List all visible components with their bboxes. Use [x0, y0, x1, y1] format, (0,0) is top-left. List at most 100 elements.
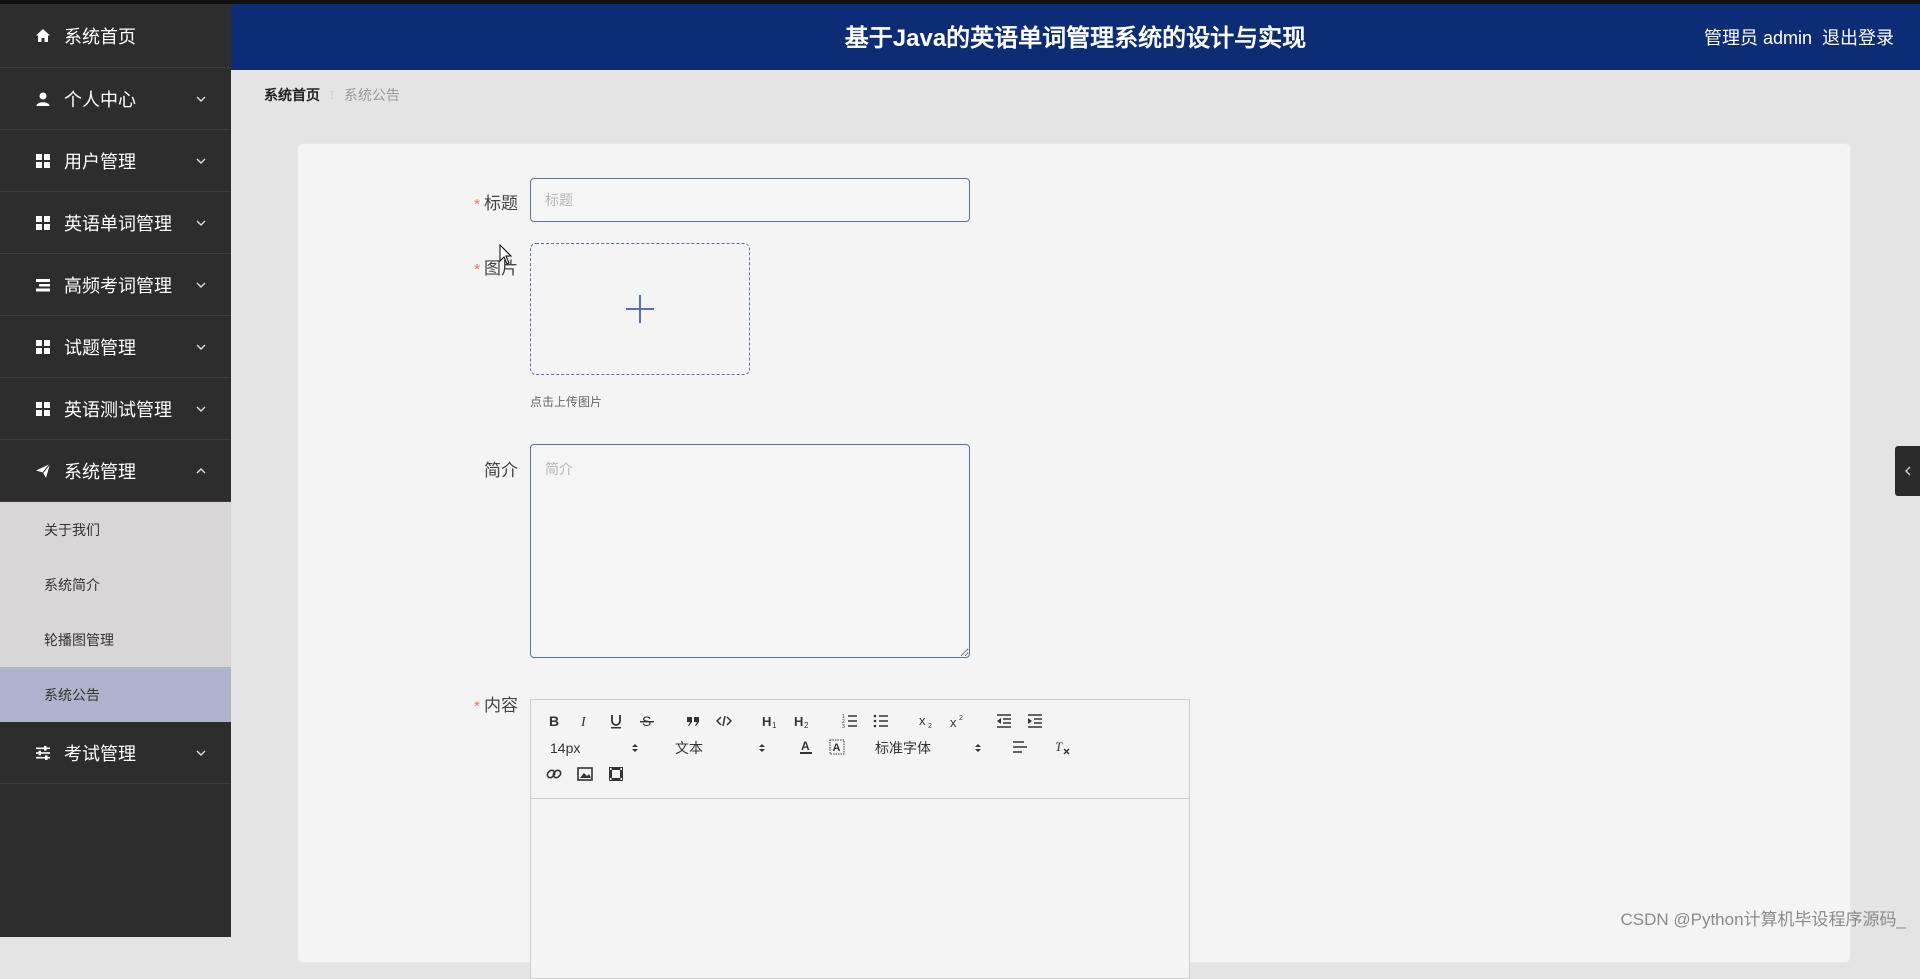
background-color-icon[interactable]: A: [828, 738, 846, 756]
chevron-down-icon: [196, 96, 206, 102]
submenu-item-about-us[interactable]: 关于我们: [0, 502, 231, 557]
sidebar-item-home[interactable]: 系统首页: [0, 4, 231, 68]
clear-format-icon[interactable]: T: [1053, 738, 1071, 756]
sidebar-item-label: 试题管理: [64, 337, 136, 358]
svg-text:x: x: [950, 715, 957, 729]
code-block-icon[interactable]: [715, 712, 733, 730]
underline-icon[interactable]: [607, 712, 625, 730]
sidebar-item-system-management[interactable]: 系统管理: [0, 440, 231, 502]
mouse-cursor-icon: [499, 244, 513, 265]
submenu-item-label: 轮播图管理: [44, 631, 114, 648]
required-mark: *: [474, 698, 480, 715]
grid-icon: [34, 152, 52, 170]
font-family-select[interactable]: 标准字体: [875, 738, 983, 758]
align-icon[interactable]: [1011, 738, 1029, 756]
content-label: * 内容: [428, 691, 518, 716]
paragraph-select[interactable]: 文本: [675, 738, 767, 758]
submenu-item-announcement[interactable]: 系统公告: [0, 667, 231, 722]
sidebar-item-exam-management[interactable]: 考试管理: [0, 722, 231, 784]
grid-icon: [34, 400, 52, 418]
grid-icon: [34, 338, 52, 356]
blockquote-icon[interactable]: [684, 712, 702, 730]
current-user: 管理员 admin: [1703, 28, 1812, 48]
breadcrumb-current: 系统公告: [343, 87, 400, 103]
image-icon[interactable]: [576, 765, 594, 783]
title-label: * 标题: [428, 189, 518, 214]
chevron-left-icon: [1904, 466, 1910, 476]
outdent-icon[interactable]: [995, 712, 1013, 730]
app-title: 基于Java的英语单词管理系统的设计与实现: [844, 25, 1307, 52]
video-icon[interactable]: [607, 765, 625, 783]
required-mark: *: [474, 261, 480, 278]
header-2-icon[interactable]: H2: [793, 712, 811, 730]
sidebar-item-label: 系统首页: [64, 26, 136, 47]
breadcrumb-home[interactable]: 系统首页: [264, 85, 320, 105]
bold-icon[interactable]: B: [545, 712, 563, 730]
list-icon: [34, 276, 52, 294]
sidebar-item-word-management[interactable]: 英语单词管理: [0, 192, 231, 254]
sliders-icon: [34, 744, 52, 762]
svg-text:3: 3: [842, 724, 845, 729]
top-header: 基于Java的英语单词管理系统的设计与实现 管理员 admin 退出登录: [231, 4, 1920, 70]
italic-icon[interactable]: I: [576, 712, 594, 730]
rich-text-editor: B I S H1 H2 123 x2 x2 14px 文本 A A: [530, 699, 1190, 979]
chevron-down-icon: [196, 282, 206, 288]
sidebar-item-label: 高频考词管理: [64, 275, 172, 296]
content-label-text: 内容: [484, 696, 518, 715]
send-icon: [34, 462, 52, 480]
breadcrumb: 系统首页 ⁝ 系统公告: [264, 84, 400, 106]
sidebar-item-label: 英语单词管理: [64, 213, 172, 234]
paragraph-value: 文本: [675, 740, 703, 756]
submenu-item-label: 系统公告: [44, 686, 100, 703]
sidebar-item-question-management[interactable]: 试题管理: [0, 316, 231, 378]
upload-tip: 点击上传图片: [530, 395, 603, 409]
header-1-icon[interactable]: H1: [761, 712, 779, 730]
breadcrumb-separator: ⁝: [330, 88, 334, 102]
logout-link[interactable]: 退出登录: [1822, 28, 1894, 48]
svg-text:1: 1: [772, 721, 777, 729]
font-size-select[interactable]: 14px: [550, 738, 640, 758]
font-color-icon[interactable]: A: [797, 738, 815, 756]
chevron-down-icon: [196, 406, 206, 412]
svg-text:x: x: [919, 713, 926, 728]
sidebar-item-user-management[interactable]: 用户管理: [0, 130, 231, 192]
editor-toolbar: B I S H1 H2 123 x2 x2 14px 文本 A A: [531, 700, 1189, 799]
ordered-list-icon[interactable]: 123: [841, 712, 859, 730]
home-icon: [34, 27, 52, 45]
superscript-icon[interactable]: x2: [949, 712, 967, 730]
title-input[interactable]: [530, 178, 970, 222]
plus-icon: [626, 295, 654, 323]
form-card: *标题 *图片 点击上传图片 简介 *内容 B I S H1 H2 123 x2…: [297, 143, 1851, 979]
grid-icon: [34, 214, 52, 232]
image-uploader[interactable]: [530, 243, 750, 375]
sidebar-item-english-test[interactable]: 英语测试管理: [0, 378, 231, 440]
sidebar-item-label: 个人中心: [64, 89, 136, 110]
sidebar-item-label: 考试管理: [64, 743, 136, 764]
submenu-item-system-intro[interactable]: 系统简介: [0, 557, 231, 612]
indent-icon[interactable]: [1026, 712, 1044, 730]
chevron-down-icon: [196, 158, 206, 164]
bullet-list-icon[interactable]: [872, 712, 890, 730]
chevron-down-icon: [196, 220, 206, 226]
svg-text:2: 2: [804, 721, 809, 729]
strikethrough-icon[interactable]: S: [638, 712, 656, 730]
link-icon[interactable]: [545, 765, 563, 783]
svg-text:2: 2: [959, 715, 963, 722]
user-area: 管理员 admin 退出登录: [1694, 4, 1894, 70]
svg-text:2: 2: [928, 723, 932, 729]
svg-text:T: T: [1055, 739, 1063, 754]
svg-text:A: A: [833, 742, 841, 754]
sidebar: 系统首页 个人中心 用户管理 英语单词管理 高频考词管理 试题管理 英语测试管理…: [0, 4, 231, 937]
submenu-item-carousel[interactable]: 轮播图管理: [0, 612, 231, 667]
side-panel-toggle[interactable]: [1895, 446, 1920, 496]
intro-textarea[interactable]: [530, 444, 970, 658]
select-arrows-icon: [632, 744, 638, 752]
intro-label-text: 简介: [484, 461, 518, 480]
chevron-up-icon: [196, 467, 206, 473]
title-label-text: 标题: [484, 194, 518, 213]
submenu-item-label: 系统简介: [44, 576, 100, 593]
subscript-icon[interactable]: x2: [918, 712, 936, 730]
sidebar-item-frequent-words[interactable]: 高频考词管理: [0, 254, 231, 316]
editor-content-area[interactable]: [531, 799, 1189, 979]
sidebar-item-personal-center[interactable]: 个人中心: [0, 68, 231, 130]
